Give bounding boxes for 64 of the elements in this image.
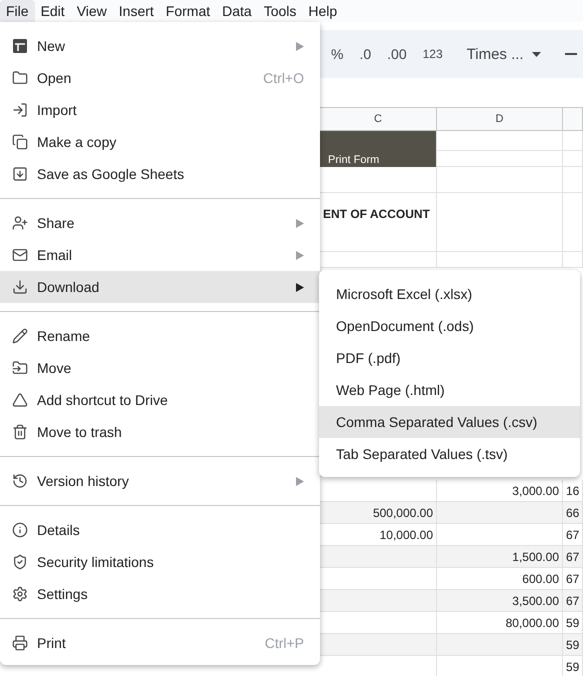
menu-bar-item[interactable]: Help — [302, 0, 344, 22]
menu-bar-item[interactable]: Edit — [34, 0, 71, 22]
menu-item[interactable]: Microsoft Excel (.xlsx) — [319, 278, 580, 310]
menu-bar-item[interactable]: Data — [216, 0, 258, 22]
menu-item[interactable]: Print Ctrl+P — [0, 627, 320, 659]
copy-icon — [12, 134, 28, 150]
trash-icon — [12, 424, 28, 440]
menu-item[interactable]: Tab Separated Values (.tsv) — [319, 438, 580, 470]
menu-item[interactable]: Email — [0, 239, 320, 271]
menu-item[interactable]: Import — [0, 94, 320, 126]
menu-item[interactable]: Version history — [0, 465, 320, 497]
menu-item[interactable]: Security limitations — [0, 546, 320, 578]
submenu-arrow-icon — [296, 42, 304, 50]
menu-item[interactable]: Comma Separated Values (.csv) — [319, 406, 580, 438]
menu-item[interactable]: Make a copy — [0, 126, 320, 158]
download-box-icon — [12, 166, 28, 182]
menu-item[interactable]: Settings — [0, 578, 320, 610]
pencil-icon — [12, 328, 28, 344]
caret-icon — [532, 52, 541, 56]
menu-item[interactable]: Save as Google Sheets — [0, 158, 320, 190]
decrease-decimal-button[interactable]: .0 — [351, 46, 380, 62]
folder-icon — [12, 70, 28, 86]
menu-item[interactable]: Share — [0, 207, 320, 239]
person-plus-icon — [12, 215, 28, 231]
shortcut-label: Ctrl+P — [264, 635, 304, 651]
header-band-cell: Print Form — [320, 151, 437, 167]
percent-button[interactable]: % — [323, 46, 352, 62]
increase-decimal-button[interactable]: .00 — [379, 46, 415, 62]
menu-item[interactable]: Web Page (.html) — [319, 374, 580, 406]
menu-item[interactable]: Open Ctrl+O — [0, 62, 320, 94]
submenu-arrow-icon — [296, 218, 304, 228]
menu-item[interactable]: Move to trash — [0, 416, 320, 448]
menu-item[interactable]: PDF (.pdf) — [319, 342, 580, 374]
menu-bar-item[interactable]: Format — [160, 0, 216, 22]
shortcut-label: Ctrl+O — [263, 70, 304, 86]
menu-bar-item[interactable]: File — [0, 0, 35, 22]
mail-icon — [12, 247, 28, 263]
folder-arrow-icon — [12, 360, 28, 376]
arrow-into-bracket-icon — [12, 102, 28, 118]
menu-item[interactable]: Add shortcut to Drive — [0, 384, 320, 416]
menu-item[interactable]: Download — [0, 271, 320, 303]
menu-item[interactable]: Details — [0, 514, 320, 546]
menu-bar-item[interactable]: Insert — [112, 0, 160, 22]
submenu-arrow-icon — [296, 282, 304, 292]
printer-icon — [12, 635, 28, 651]
minus-icon[interactable] — [564, 53, 577, 55]
download-icon — [12, 279, 28, 295]
menu-bar-item[interactable]: View — [70, 0, 113, 22]
menu-item[interactable]: New — [0, 30, 320, 62]
submenu-arrow-icon — [296, 476, 304, 486]
table-cell: 59 — [563, 656, 583, 676]
shield-icon — [12, 554, 28, 570]
triangle-icon — [12, 392, 28, 408]
settings-icon — [12, 586, 28, 602]
submenu-arrow-icon — [296, 250, 304, 260]
history-icon — [12, 473, 28, 489]
sheet-icon — [12, 38, 28, 54]
menu-item[interactable]: OpenDocument (.ods) — [319, 310, 580, 342]
number-format-button[interactable]: 123 — [414, 47, 451, 61]
font-dropdown[interactable]: Times ... — [458, 46, 549, 62]
menu-item[interactable]: Rename — [0, 320, 320, 352]
menu-bar-item[interactable]: Tools — [258, 0, 302, 22]
info-icon — [12, 522, 28, 538]
menu-item[interactable]: Move — [0, 352, 320, 384]
